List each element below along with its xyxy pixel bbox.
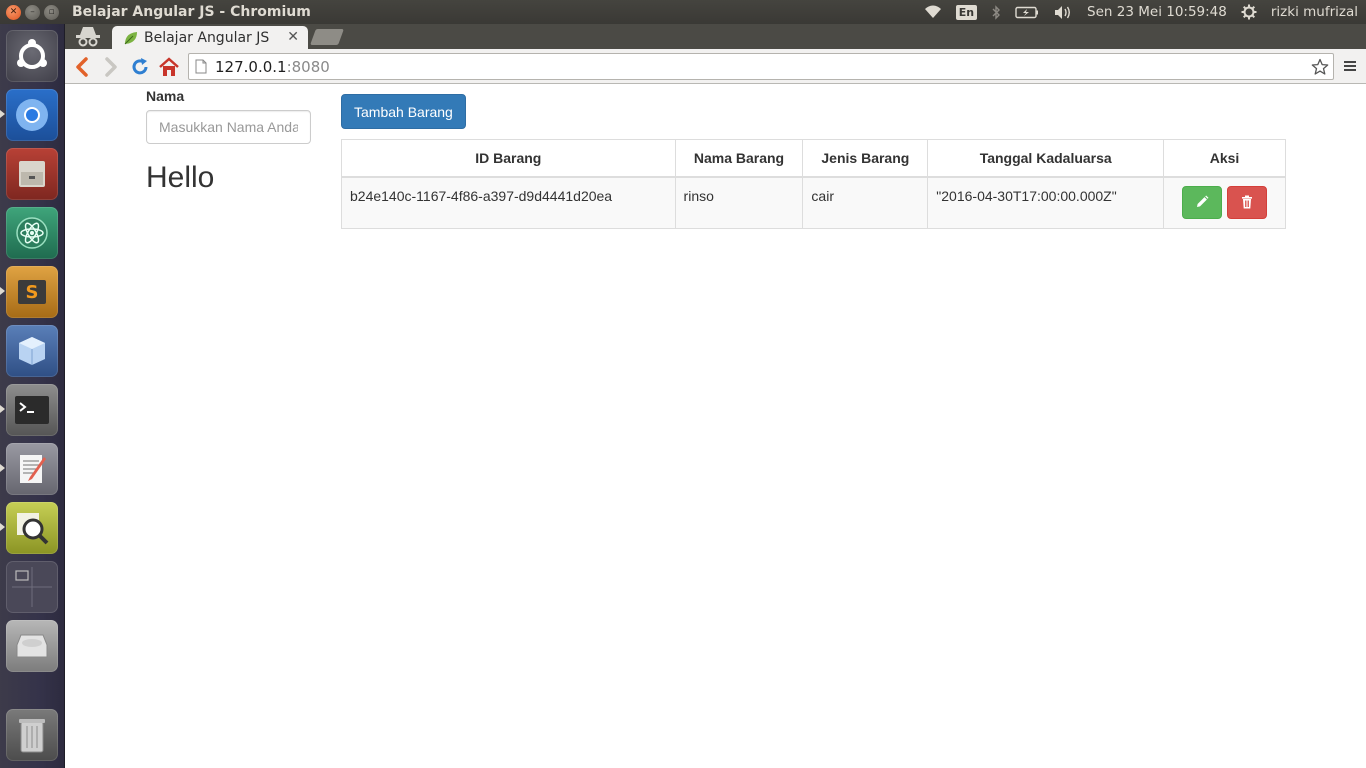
delete-button[interactable] [1227,185,1268,219]
url-host: 127.0.0.1 [215,57,287,76]
cell-tanggal: "2016-04-30T17:00:00.000Z" [927,176,1165,229]
clock[interactable]: Sen 23 Mei 10:59:48 [1087,4,1227,20]
col-header-tanggal: Tanggal Kadaluarsa [927,139,1165,178]
trash-icon[interactable] [6,709,58,761]
running-indicator [0,523,5,531]
window-title: Belajar Angular JS - Chromium [72,4,311,20]
table-header-row: ID Barang Nama Barang Jenis Barang Tangg… [341,139,1286,178]
volume-icon[interactable] [1053,5,1073,20]
leaf-favicon-icon [123,30,139,46]
forward-button[interactable] [99,55,123,79]
unity-launcher: S [0,24,65,768]
page-content: Nama Hello Tambah Barang ID Barang Nama … [65,85,1366,768]
browser-toolbar: 127.0.0.1:8080 [65,49,1366,84]
address-bar[interactable]: 127.0.0.1:8080 [188,53,1334,80]
maximize-window-button[interactable]: ▫ [44,4,59,20]
files-icon[interactable] [6,148,58,200]
running-indicator [0,110,5,118]
barang-table: ID Barang Nama Barang Jenis Barang Tangg… [341,139,1286,229]
col-header-nama: Nama Barang [674,139,804,178]
top-panel: ✕ – ▫ Belajar Angular JS - Chromium En S… [0,0,1366,24]
system-monitor-icon[interactable] [6,502,58,554]
virtualbox-icon[interactable] [6,325,58,377]
cell-nama: rinso [674,176,804,229]
bookmark-star-icon[interactable] [1309,56,1331,78]
running-indicator [0,287,5,295]
running-indicator [0,405,5,413]
workspace-switcher-icon[interactable] [6,561,58,613]
close-window-button[interactable]: ✕ [6,4,21,20]
indicator-area: En Sen 23 Mei 10:59:48 rizki mufrizal [924,0,1358,24]
browser-menu-icon[interactable] [1340,56,1360,76]
svg-text:S: S [26,282,39,303]
bluetooth-icon[interactable] [991,4,1001,20]
terminal-icon[interactable] [6,384,58,436]
tab-close-icon[interactable]: ✕ [287,29,299,45]
sublime-text-icon[interactable]: S [6,266,58,318]
battery-icon[interactable] [1015,6,1039,19]
cell-jenis: cair [802,176,929,229]
session-gear-icon[interactable] [1241,4,1257,20]
trash-icon [1242,195,1253,209]
wifi-icon[interactable] [924,5,942,19]
col-header-aksi: Aksi [1163,139,1286,178]
table-row: b24e140c-1167-4f86-a397-d9d4441d20ea rin… [341,176,1286,229]
tab-belajar-angular[interactable]: Belajar Angular JS ✕ [112,26,308,49]
col-header-id: ID Barang [341,139,676,178]
url-port: :8080 [286,57,330,76]
cell-aksi [1163,176,1286,229]
nama-label: Nama [146,88,185,104]
col-header-jenis: Jenis Barang [802,139,929,178]
greeting-heading: Hello [146,161,215,194]
new-tab-button[interactable] [310,29,344,45]
cell-id: b24e140c-1167-4f86-a397-d9d4441d20ea [341,176,676,229]
minimize-window-button[interactable]: – [25,4,40,20]
nama-input[interactable] [146,110,311,144]
home-button[interactable] [157,55,181,79]
disk-icon[interactable] [6,620,58,672]
running-indicator [0,464,5,472]
edit-button[interactable] [1181,185,1222,219]
user-name[interactable]: rizki mufrizal [1271,4,1358,20]
tab-strip: Belajar Angular JS ✕ [65,24,1366,49]
window-controls: ✕ – ▫ [6,4,59,20]
incognito-icon [72,25,104,47]
page-icon [195,59,209,75]
reload-button[interactable] [128,55,152,79]
keyboard-layout-indicator[interactable]: En [955,4,978,20]
text-editor-icon[interactable] [6,443,58,495]
chromium-icon[interactable] [6,89,58,141]
back-button[interactable] [70,55,94,79]
tambah-barang-button[interactable]: Tambah Barang [341,94,466,129]
atom-icon[interactable] [6,207,58,259]
pencil-icon [1196,195,1209,207]
tab-title: Belajar Angular JS [144,29,270,46]
ubuntu-dash-icon[interactable] [6,30,58,82]
